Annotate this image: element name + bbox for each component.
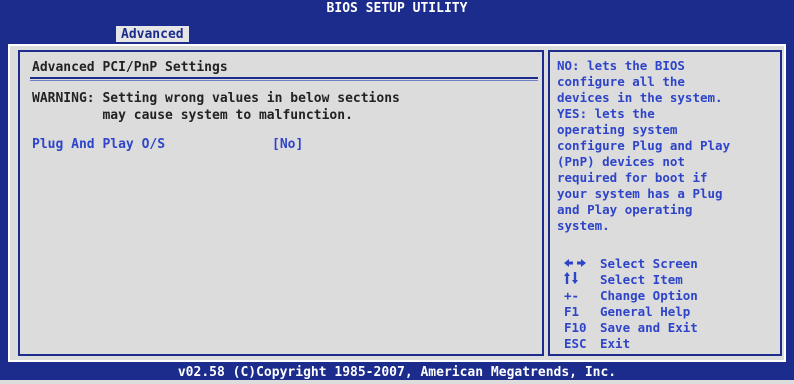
up-down-arrows-icon bbox=[564, 272, 600, 288]
settings-panel: Advanced PCI/PnP Settings WARNING: Setti… bbox=[18, 50, 544, 356]
help-line: YES: lets the bbox=[557, 106, 655, 121]
help-text: NO: lets the BIOS configure all the devi… bbox=[557, 58, 779, 234]
key-desc: Save and Exit bbox=[600, 320, 698, 335]
help-line: your system has a Plug bbox=[557, 186, 723, 201]
warning-text: WARNING: Setting wrong values in below s… bbox=[32, 90, 400, 124]
key-desc: Exit bbox=[600, 336, 631, 351]
key-label: +- bbox=[564, 288, 580, 303]
section-divider-shadow bbox=[30, 80, 538, 81]
setting-label: Plug And Play O/S bbox=[32, 137, 166, 152]
footer-copyright: v02.58 (C)Copyright 1985-2007, American … bbox=[0, 362, 794, 380]
tab-advanced[interactable]: Advanced bbox=[116, 26, 189, 44]
key-label: F1 bbox=[564, 304, 580, 319]
bios-title: BIOS SETUP UTILITY bbox=[326, 1, 468, 16]
key-row-change-option: +- Change Option bbox=[560, 288, 782, 304]
left-right-arrows-icon bbox=[564, 256, 600, 272]
key-row-save-exit: F10 Save and Exit bbox=[560, 320, 782, 336]
key-row-exit: ESC Exit bbox=[560, 336, 782, 352]
setting-plug-and-play-os[interactable]: Plug And Play O/S [No] bbox=[32, 137, 532, 154]
key-desc: Select Screen bbox=[600, 256, 698, 271]
key-legend: Select Screen Select Item +- Change Opti… bbox=[560, 256, 782, 352]
help-line: system. bbox=[557, 218, 610, 233]
setting-value[interactable]: [No] bbox=[272, 137, 303, 152]
help-line: required for boot if bbox=[557, 170, 708, 185]
help-line: operating system bbox=[557, 122, 678, 137]
help-line: configure all the bbox=[557, 74, 685, 89]
help-line: NO: lets the BIOS bbox=[557, 58, 685, 73]
key-label: ESC bbox=[564, 336, 587, 351]
warning-line-2: may cause system to malfunction. bbox=[32, 108, 353, 123]
section-divider bbox=[30, 77, 538, 79]
key-desc: Change Option bbox=[600, 288, 698, 303]
key-desc: General Help bbox=[600, 304, 691, 319]
help-line: configure Plug and Play bbox=[557, 138, 731, 153]
help-line: devices in the system. bbox=[557, 90, 723, 105]
bios-title-bar: BIOS SETUP UTILITY bbox=[0, 0, 794, 22]
key-row-select-item: Select Item bbox=[560, 272, 782, 288]
warning-line-1: WARNING: Setting wrong values in below s… bbox=[32, 91, 400, 106]
copyright-text: v02.58 (C)Copyright 1985-2007, American … bbox=[177, 365, 617, 380]
key-row-select-screen: Select Screen bbox=[560, 256, 782, 272]
key-desc: Select Item bbox=[600, 272, 683, 287]
help-panel: NO: lets the BIOS configure all the devi… bbox=[548, 50, 782, 356]
section-title: Advanced PCI/PnP Settings bbox=[32, 60, 228, 75]
key-label: F10 bbox=[564, 320, 587, 335]
help-line: (PnP) devices not bbox=[557, 154, 685, 169]
key-row-general-help: F1 General Help bbox=[560, 304, 782, 320]
help-line: and Play operating bbox=[557, 202, 693, 217]
